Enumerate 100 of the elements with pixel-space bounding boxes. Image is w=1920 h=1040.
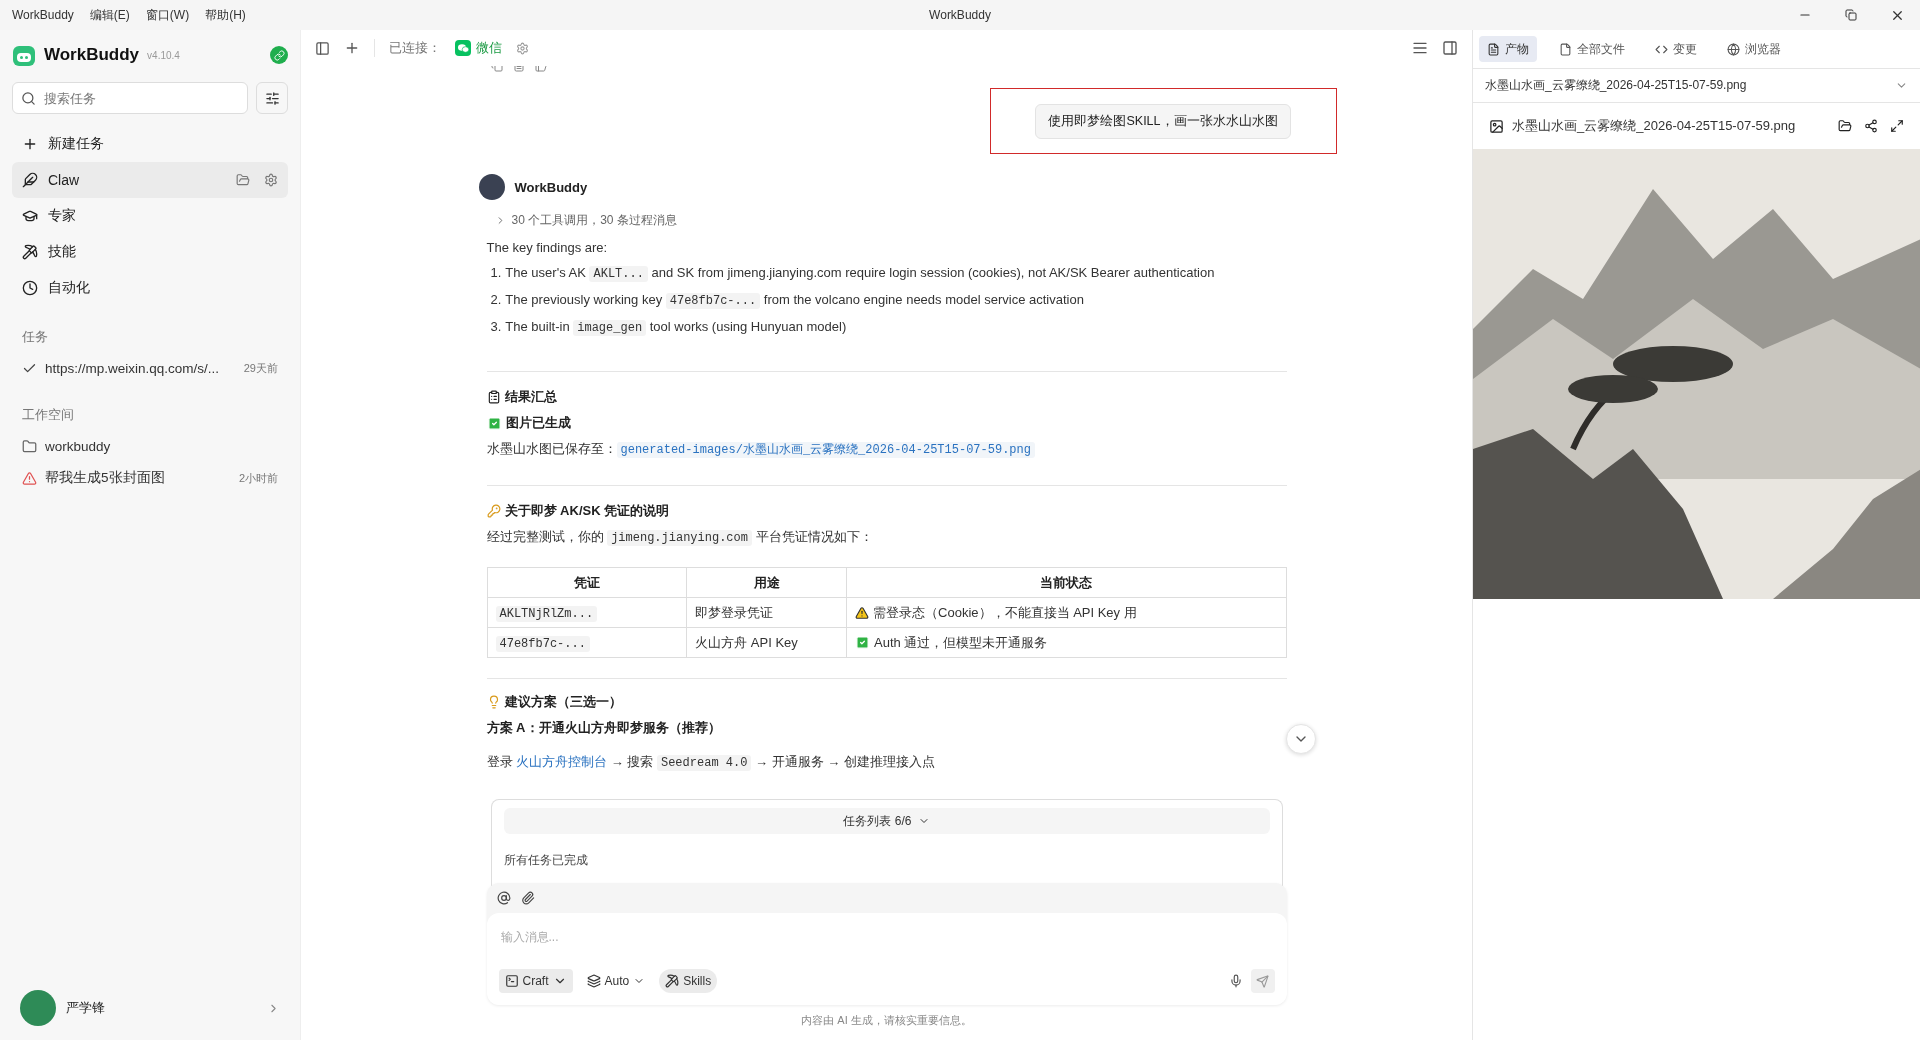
- model-dropdown[interactable]: Auto: [580, 969, 652, 993]
- panel-icon: [1442, 40, 1458, 56]
- new-button[interactable]: [344, 40, 360, 56]
- link-icon[interactable]: [270, 46, 288, 64]
- section-title: 任务: [22, 328, 49, 346]
- section-title: 工作空间: [22, 406, 75, 424]
- search-icon: [21, 90, 36, 106]
- table-cell: 47e8fb7c-...: [487, 627, 687, 658]
- table-header: 用途: [686, 567, 847, 598]
- finding-text: The built-in image_gen tool works (using Hunyuan model): [505, 318, 847, 338]
- share-icon[interactable]: [1864, 119, 1878, 133]
- sidebar-icon: [315, 40, 330, 56]
- credentials-intro: 经过完整测试，你的 jimeng.jianying.com 平台凭证情况如下：: [486, 528, 874, 548]
- layers-icon: [586, 974, 601, 988]
- menu-item[interactable]: 窗口(W): [145, 6, 190, 24]
- menu-item[interactable]: WorkBuddy: [12, 8, 74, 22]
- key-icon: [486, 504, 501, 518]
- task-item[interactable]: 帮我生成5张封面图 2小时前: [12, 462, 288, 494]
- filter-button[interactable]: [256, 82, 288, 114]
- nav-item[interactable]: 技能: [12, 234, 288, 270]
- warning-icon: [22, 470, 37, 486]
- nav-item[interactable]: 新建任务: [12, 126, 288, 162]
- message-field[interactable]: 输入消息... Craft Auto Skills: [486, 913, 1287, 1005]
- microphone-icon: [1228, 974, 1243, 988]
- section-heading: 结果汇总: [504, 388, 557, 406]
- table-cell: Auth 通过，但模型未开通服务: [874, 633, 1048, 652]
- panel-tab[interactable]: 产物: [1479, 36, 1537, 62]
- table-header: 当前状态: [846, 567, 1286, 598]
- menu-item[interactable]: 编辑(E): [89, 6, 130, 24]
- mention-icon[interactable]: [496, 891, 511, 905]
- file-title: 水墨山水画_云雾缭绕_2026-04-25T15-07-59.png: [1512, 117, 1796, 135]
- list-number: 3.: [490, 318, 502, 336]
- send-button[interactable]: [1250, 969, 1275, 993]
- user-profile[interactable]: 严学锋: [12, 988, 288, 1028]
- plus-icon: [22, 136, 38, 152]
- nav-item[interactable]: Claw: [12, 162, 288, 198]
- settings-button[interactable]: [516, 41, 529, 55]
- assistant-avatar: [478, 174, 505, 200]
- search-input[interactable]: 搜索任务: [42, 89, 239, 107]
- attachment-icon[interactable]: [520, 891, 535, 905]
- menu-item[interactable]: 帮助(H): [205, 6, 246, 24]
- menu-icon: [1412, 40, 1428, 56]
- channel-badge[interactable]: 微信: [455, 39, 502, 57]
- globe-icon: [1727, 42, 1740, 56]
- window-title: WorkBuddy: [929, 8, 991, 22]
- settings-icon[interactable]: [264, 173, 278, 187]
- file-icon: [1559, 42, 1572, 56]
- graduation-cap-icon: [22, 208, 38, 224]
- pickaxe-icon: [665, 974, 680, 988]
- table-cell: 需登录态（Cookie），不能直接当 API Key 用: [873, 603, 1137, 622]
- panel-tab[interactable]: 浏览器: [1719, 36, 1789, 62]
- table-cell: AKLTNjRlZm...: [487, 597, 687, 628]
- clock-icon: [22, 280, 38, 296]
- app-version: v4.10.4: [147, 49, 180, 61]
- restore-icon: [1845, 9, 1857, 21]
- assistant-name: WorkBuddy: [514, 179, 588, 195]
- finding-text: The previously working key 47e8fb7c-... from the volcano engine needs model service activation: [505, 291, 1084, 311]
- task-list-toggle[interactable]: 任务列表 6/6: [503, 808, 1270, 834]
- folder-icon: [22, 438, 37, 454]
- terminal-icon: [504, 974, 519, 988]
- task-item[interactable]: workbuddy: [12, 430, 288, 462]
- sidebar-toggle-button[interactable]: [315, 40, 330, 56]
- console-link[interactable]: 火山方舟控制台: [516, 754, 608, 769]
- list-number: 1.: [490, 264, 502, 282]
- nav-item[interactable]: 自动化: [12, 270, 288, 306]
- feather-icon: [22, 172, 38, 188]
- task-item[interactable]: https://mp.weixin.qq.com/s/... 29天前: [12, 352, 288, 384]
- plan-heading: 方案 A：开通火山方舟即梦服务（推荐）: [486, 719, 722, 737]
- app-logo: [12, 43, 36, 67]
- table-cell: 即梦登录凭证: [686, 597, 847, 628]
- skills-button[interactable]: Skills: [659, 969, 718, 993]
- search-field[interactable]: 搜索任务: [12, 82, 248, 114]
- nav-item[interactable]: 专家: [12, 198, 288, 234]
- menu-button[interactable]: [1412, 40, 1428, 56]
- tool-summary[interactable]: 30 个工具调用，30 条过程消息: [511, 212, 677, 229]
- task-summary: 所有任务已完成: [503, 852, 589, 869]
- sliders-icon: [264, 90, 280, 106]
- list-number: 2.: [490, 291, 502, 309]
- clipboard-icon: [486, 390, 501, 404]
- image-icon: [1489, 118, 1504, 134]
- table-cell: 火山方舟 API Key: [686, 627, 847, 658]
- microphone-button[interactable]: [1228, 974, 1243, 988]
- user-avatar: [20, 990, 56, 1026]
- settings-icon: [516, 41, 529, 55]
- plus-icon: [344, 40, 360, 56]
- section-heading: 关于即梦 AK/SK 凭证的说明: [504, 502, 670, 520]
- panel-tab[interactable]: 变更: [1647, 36, 1705, 62]
- scroll-down-button[interactable]: [1286, 724, 1316, 754]
- expand-icon[interactable]: [1890, 119, 1904, 133]
- steps-text: 登录 火山方舟控制台 → 搜索 Seedream 4.0 → 开通服务 → 创建推理接入点: [486, 753, 936, 773]
- status-heading: 图片已生成: [505, 414, 571, 432]
- finding-text: The user's AK AKLT... and SK from jimeng.jianying.com require login session (cookies), not AK/SK Bearer authentication: [505, 264, 1215, 284]
- saved-path-text: 水墨山水图已保存至： generated-images/水墨山水画_云雾缭绕_2026-04-25T15-07-59.png: [486, 436, 1287, 463]
- chat-bubbles-icon: [455, 40, 471, 56]
- panel-tab[interactable]: 全部文件: [1551, 36, 1633, 62]
- pickaxe-icon: [22, 244, 38, 260]
- panel-toggle-button[interactable]: [1442, 40, 1458, 56]
- check-icon: [486, 415, 502, 431]
- mode-dropdown[interactable]: Craft: [498, 969, 573, 993]
- folder-icon[interactable]: [1838, 119, 1852, 133]
